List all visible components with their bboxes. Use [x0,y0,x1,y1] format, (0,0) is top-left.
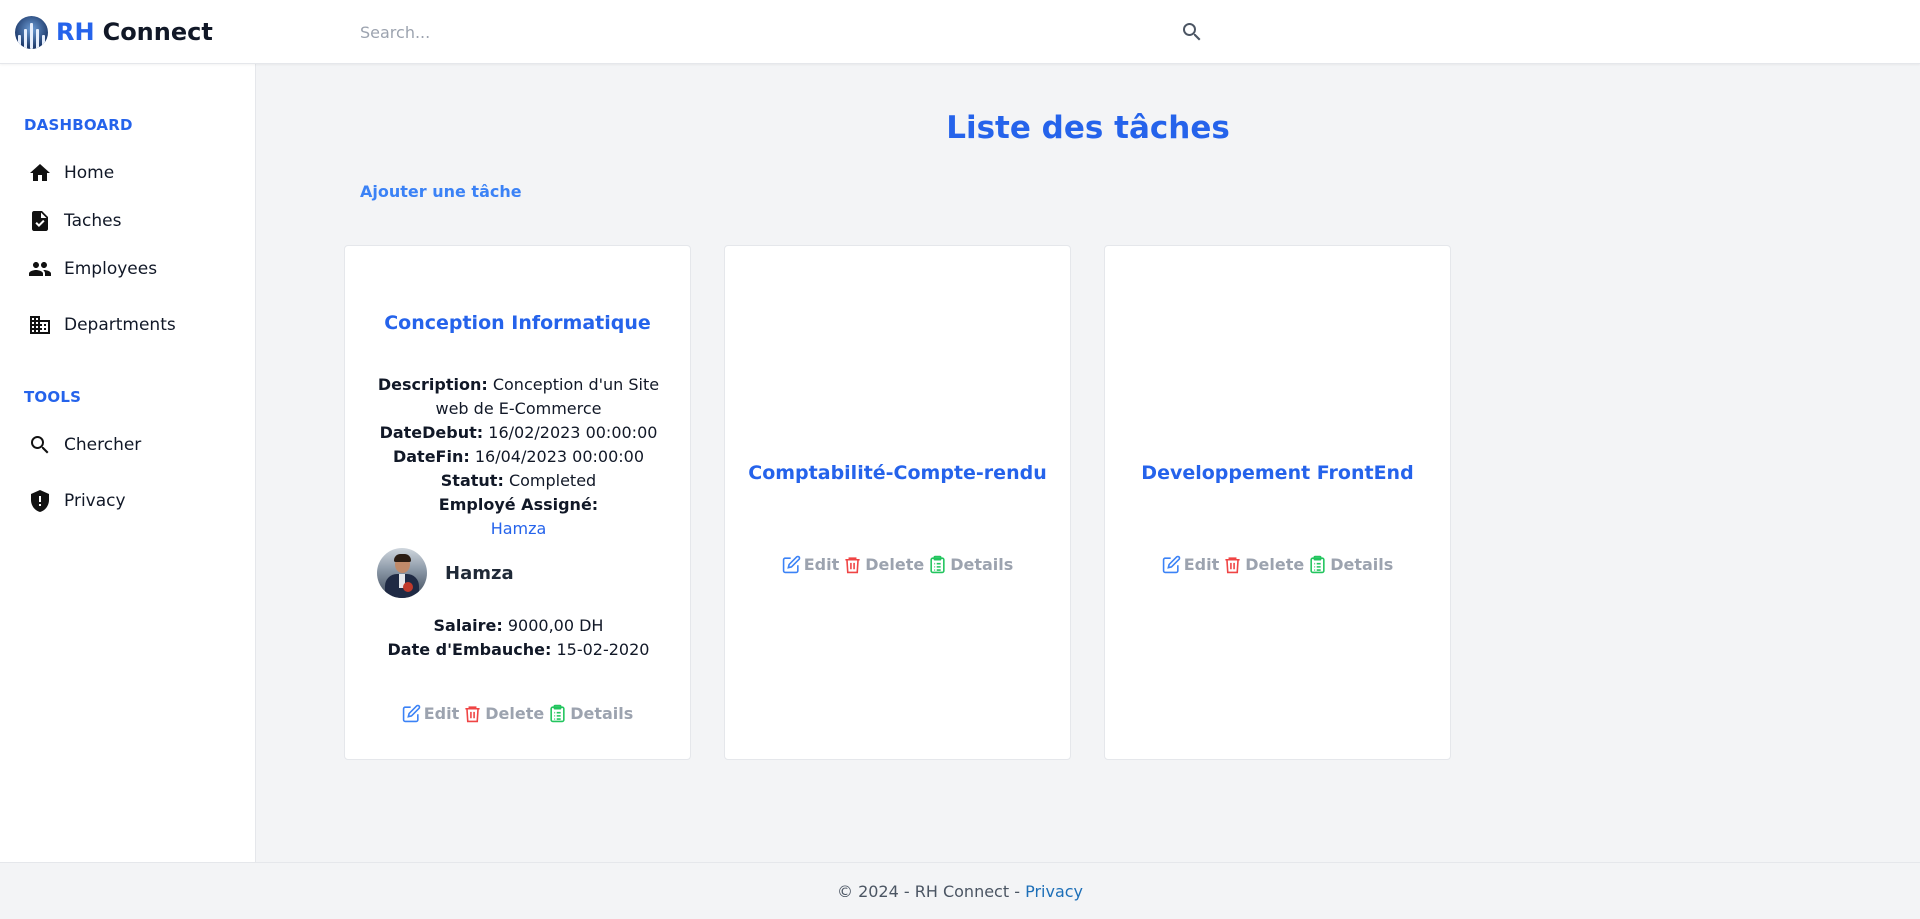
sidebar-item-label: Home [64,163,115,183]
embauche-value: 15-02-2020 [556,640,650,659]
shield-icon [31,490,49,512]
brand[interactable]: RH Connect [15,14,213,50]
task-title: Developpement FrontEnd [1141,462,1414,484]
details-button[interactable]: Details [1308,555,1393,574]
date-fin-label: DateFin: [392,447,470,466]
sidebar-item-privacy[interactable]: Privacy [24,485,234,517]
employe-assigne-label: Employé Assigné: [438,495,599,514]
avatar [377,548,427,598]
task-actions: Edit Delete Details [725,555,1070,574]
search-icon [31,436,49,454]
trash-icon [465,706,480,723]
footer-privacy-link[interactable]: Privacy [1025,882,1083,901]
employee-link[interactable]: Hamza [491,519,547,538]
clipboard-list-icon [930,555,945,574]
sidebar-item-label: Chercher [64,435,142,455]
search-bar [360,14,1210,50]
description-label: Description: [377,375,488,394]
employee-name: Hamza [445,562,514,584]
delete-label: Delete [1245,555,1305,574]
task-title: Conception Informatique [384,312,651,334]
sidebar: DASHBOARD Home Taches Employees Departme… [0,64,256,862]
details-label: Details [950,555,1014,574]
clipboard-list-icon [1310,555,1325,574]
home-icon [30,164,50,181]
sidebar-item-departments[interactable]: Departments [24,309,234,341]
task-card: Comptabilité-Compte-rendu Edit Delete De… [724,245,1071,760]
edit-label: Edit [803,555,840,574]
task-actions: Edit Delete Details [1105,555,1450,574]
trash-icon [845,557,860,574]
date-debut-value: 16/02/2023 00:00:00 [488,423,658,442]
sidebar-item-label: Taches [64,211,122,231]
salaire-value: 9000,00 DH [507,616,604,635]
date-debut-label: DateDebut: [379,423,484,442]
task-title: Comptabilité-Compte-rendu [748,462,1047,484]
delete-button[interactable]: Delete [843,555,924,574]
delete-button[interactable]: Delete [463,704,544,723]
clipboard-list-icon [550,704,565,723]
people-icon [29,262,51,276]
task-document-icon [32,211,48,231]
search-input[interactable] [360,14,1210,50]
sidebar-item-taches[interactable]: Taches [24,205,234,237]
edit-button[interactable]: Edit [1162,555,1220,574]
edit-label: Edit [1183,555,1220,574]
sidebar-item-label: Employees [64,259,158,279]
details-button[interactable]: Details [928,555,1013,574]
delete-button[interactable]: Delete [1223,555,1304,574]
employee-info: Salaire: 9000,00 DH Date d'Embauche: 15-… [375,614,662,662]
footer-copyright: © 2024 - RH Connect - [836,882,1026,901]
embauche-label: Date d'Embauche: [387,640,552,659]
sidebar-item-label: Privacy [64,491,126,511]
salaire-label: Salaire: [433,616,503,635]
edit-icon [782,555,800,574]
sidebar-item-chercher[interactable]: Chercher [24,429,234,461]
statut-label: Statut: [440,471,504,490]
details-button[interactable]: Details [548,704,633,723]
task-card: Conception Informatique Description: Con… [344,245,691,760]
trash-icon [1225,557,1240,574]
brand-logo-icon [15,15,48,49]
sidebar-item-home[interactable]: Home [24,157,234,189]
add-task-link[interactable]: Ajouter une tâche [360,182,522,201]
building-icon [30,316,50,334]
brand-connect-text: Connect [102,18,213,46]
task-card: Developpement FrontEnd Edit Delete Detai… [1104,245,1451,760]
edit-button[interactable]: Edit [782,555,840,574]
details-label: Details [1330,555,1394,574]
brand-rh-text: RH [56,18,95,46]
sidebar-item-employees[interactable]: Employees [24,253,234,285]
sidebar-section-tools: TOOLS [24,388,82,406]
footer: © 2024 - RH Connect - Privacy [0,862,1920,919]
edit-icon [1162,555,1180,574]
employee-row: Hamza [377,548,514,598]
edit-label: Edit [423,704,460,723]
statut-value: Completed [508,471,597,490]
sidebar-section-dashboard: DASHBOARD [24,116,133,134]
task-details: Description: Conception d'un Site web de… [375,373,662,541]
top-header: RH Connect [0,0,1920,64]
search-icon[interactable] [1180,20,1204,44]
edit-button[interactable]: Edit [402,704,460,723]
page-title: Liste des tâches [946,110,1230,146]
details-label: Details [570,704,634,723]
delete-label: Delete [865,555,925,574]
edit-icon [402,704,420,723]
date-fin-value: 16/04/2023 00:00:00 [474,447,645,466]
task-actions: Edit Delete Details [345,704,690,723]
sidebar-item-label: Departments [64,315,176,335]
delete-label: Delete [485,704,545,723]
